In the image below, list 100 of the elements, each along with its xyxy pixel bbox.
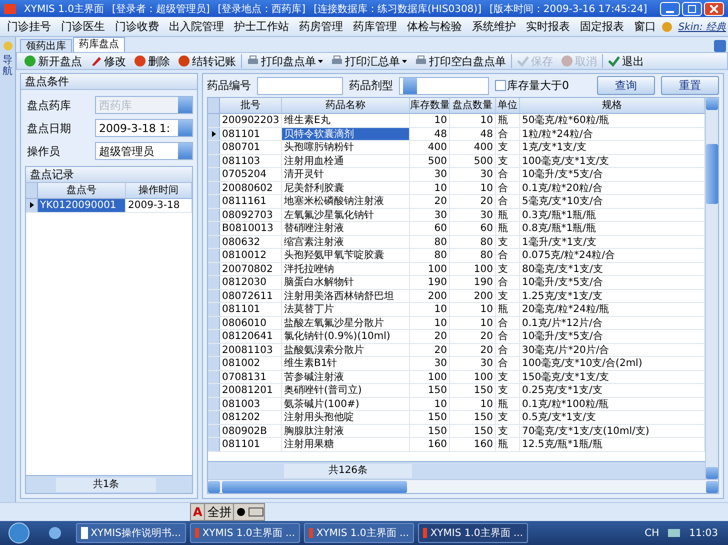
table-cell[interactable]: 080701 bbox=[220, 141, 282, 154]
table-cell[interactable]: 支 bbox=[496, 290, 520, 302]
table-cell[interactable]: 60 bbox=[410, 222, 450, 234]
table-cell[interactable]: 20 bbox=[450, 330, 496, 342]
table-cell[interactable]: 20070802 bbox=[220, 262, 282, 275]
taskbar-item[interactable]: XYMIS 1.0主界面 ... bbox=[304, 523, 414, 543]
taskbar-item[interactable]: XYMIS 1.0主界面 ... bbox=[190, 523, 300, 543]
table-cell[interactable]: 瓶 bbox=[496, 438, 520, 450]
table-cell[interactable]: 支 bbox=[496, 411, 520, 424]
table-cell[interactable]: 080902B bbox=[220, 424, 282, 437]
table-cell[interactable]: 合 bbox=[496, 128, 520, 140]
table-cell[interactable]: 维生素B1针 bbox=[282, 357, 410, 370]
table-cell[interactable]: 支 bbox=[496, 384, 520, 396]
scroll-right-button[interactable] bbox=[706, 480, 718, 492]
table-cell[interactable]: 盐酸氨溴索分散片 bbox=[282, 344, 410, 356]
menu-item[interactable]: 门诊收费 bbox=[110, 19, 164, 34]
table-cell[interactable]: 10 bbox=[410, 303, 450, 316]
minimize-button[interactable] bbox=[660, 2, 680, 16]
tab[interactable]: 领药出库 bbox=[20, 39, 72, 52]
table-cell[interactable]: 支 bbox=[496, 236, 520, 248]
table-cell[interactable]: 30 bbox=[450, 168, 496, 180]
table-cell[interactable]: 081101 bbox=[220, 438, 282, 450]
table-cell[interactable]: 200 bbox=[410, 290, 450, 302]
table-cell[interactable]: 200902203 bbox=[220, 114, 282, 126]
toolbar-button[interactable]: 结转记账 bbox=[175, 54, 239, 68]
table-cell[interactable]: 维生素E丸 bbox=[282, 114, 410, 126]
table-cell[interactable]: 脑蛋白水解物针 bbox=[282, 276, 410, 288]
skin-link[interactable]: Skin: 经典 bbox=[678, 20, 726, 34]
table-cell[interactable]: 瓶 bbox=[496, 398, 520, 410]
taskbar-item[interactable]: XYMIS 1.0主界面 ... bbox=[418, 523, 528, 543]
table-cell[interactable]: 瓶 bbox=[496, 114, 520, 126]
table-cell[interactable]: 氨茶碱片(100#) bbox=[282, 398, 410, 410]
table-cell[interactable]: 瓶 bbox=[496, 303, 520, 316]
table-cell[interactable]: 贝特令软囊滴剂 bbox=[282, 128, 410, 140]
table-cell[interactable]: 10 bbox=[410, 182, 450, 194]
query-button[interactable]: 查询 bbox=[597, 76, 655, 95]
table-cell[interactable]: 泮托拉唑钠 bbox=[282, 262, 410, 275]
table-cell[interactable]: 左氧氟沙星氯化钠针 bbox=[282, 208, 410, 221]
menu-item[interactable]: 系统维护 bbox=[467, 19, 521, 34]
table-cell[interactable]: 20 bbox=[450, 344, 496, 356]
table-cell[interactable]: 10 bbox=[410, 114, 450, 126]
table-cell[interactable]: 地塞米松磷酸钠注射液 bbox=[282, 195, 410, 208]
table-cell[interactable]: 合 bbox=[496, 276, 520, 288]
table-cell[interactable]: 支 bbox=[496, 424, 520, 437]
column-header[interactable]: 批号 bbox=[220, 98, 282, 113]
menu-item[interactable]: 门诊医生 bbox=[56, 19, 110, 34]
table-cell[interactable]: 100 bbox=[450, 370, 496, 383]
toolbar-button[interactable]: 新开盘点 bbox=[21, 54, 85, 68]
table-cell[interactable]: 10 bbox=[410, 398, 450, 410]
table-cell[interactable]: 20081103 bbox=[220, 344, 282, 356]
table-cell[interactable]: 80 bbox=[450, 249, 496, 262]
table-cell[interactable]: 400 bbox=[410, 141, 450, 154]
menu-item[interactable]: 药库管理 bbox=[348, 19, 402, 34]
ime-toolbar[interactable]: A 全拼 bbox=[190, 503, 266, 521]
toolbar-button[interactable]: 删除 bbox=[131, 54, 173, 68]
table-cell[interactable]: 10 bbox=[450, 114, 496, 126]
input-field[interactable] bbox=[257, 76, 343, 94]
table-cell[interactable]: 500 bbox=[450, 154, 496, 167]
table-cell[interactable]: 合 bbox=[496, 195, 520, 208]
ime-key[interactable]: 全拼 bbox=[205, 504, 234, 520]
table-cell[interactable]: 20 bbox=[410, 344, 450, 356]
table-cell[interactable]: 400 bbox=[450, 141, 496, 154]
table-cell[interactable]: 支 bbox=[496, 141, 520, 154]
table-cell[interactable]: 合 bbox=[496, 330, 520, 342]
column-header[interactable]: 盘点号 bbox=[38, 183, 126, 198]
toolbar-button[interactable]: 退出 bbox=[605, 54, 647, 68]
table-cell[interactable]: 支 bbox=[496, 154, 520, 167]
table-cell[interactable]: 注射用头孢他啶 bbox=[282, 411, 410, 424]
table-cell[interactable]: 2009-3-18 bbox=[126, 199, 192, 212]
table-cell[interactable]: 头孢噻肟钠粉针 bbox=[282, 141, 410, 154]
table-cell[interactable]: 200 bbox=[450, 290, 496, 302]
table-cell[interactable]: 160 bbox=[450, 438, 496, 450]
table-cell[interactable]: 合 bbox=[496, 344, 520, 356]
menu-item[interactable]: 护士工作站 bbox=[229, 19, 294, 34]
table-cell[interactable]: 30 bbox=[450, 208, 496, 221]
table-cell[interactable]: 160 bbox=[410, 438, 450, 450]
table-cell[interactable]: 30 bbox=[410, 168, 450, 180]
table-cell[interactable]: 0812030 bbox=[220, 276, 282, 288]
table-cell[interactable]: YK0120090001 bbox=[38, 199, 126, 212]
table-cell[interactable]: 0811161 bbox=[220, 195, 282, 208]
maximize-button[interactable] bbox=[682, 2, 702, 16]
toolbar-button[interactable]: 修改 bbox=[87, 54, 129, 68]
menu-item[interactable]: 药房管理 bbox=[294, 19, 348, 34]
menu-item[interactable]: 实时报表 bbox=[521, 19, 575, 34]
menu-item[interactable]: 固定报表 bbox=[575, 19, 629, 34]
table-cell[interactable]: 支 bbox=[496, 262, 520, 275]
table-cell[interactable]: 150 bbox=[450, 384, 496, 396]
table-cell[interactable]: 瓶 bbox=[496, 208, 520, 221]
table-cell[interactable]: 80 bbox=[410, 249, 450, 262]
table-cell[interactable]: 合 bbox=[496, 168, 520, 180]
table-cell[interactable]: 08092703 bbox=[220, 208, 282, 221]
table-cell[interactable]: 氯化钠针(0.9%)(10ml) bbox=[282, 330, 410, 342]
table-cell[interactable]: 注射用血栓通 bbox=[282, 154, 410, 167]
scroll-down-button[interactable] bbox=[706, 467, 718, 479]
table-cell[interactable]: 合 bbox=[496, 249, 520, 262]
taskbar-item[interactable]: XYMIS操作说明书... bbox=[76, 523, 186, 543]
table-cell[interactable]: 08072611 bbox=[220, 290, 282, 302]
table-cell[interactable]: 100 bbox=[410, 262, 450, 275]
table-cell[interactable]: 10 bbox=[450, 316, 496, 329]
table-cell[interactable]: 尼美舒利胶囊 bbox=[282, 182, 410, 194]
